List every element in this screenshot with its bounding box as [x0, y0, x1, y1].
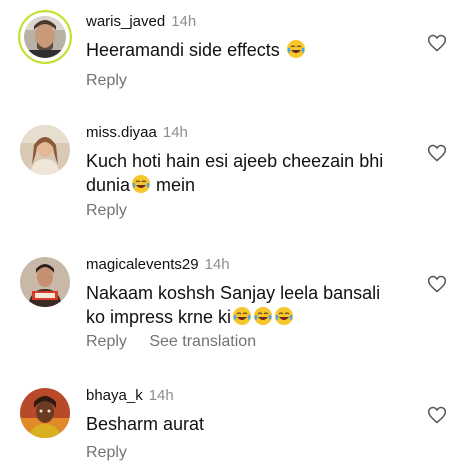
reply-button[interactable]: Reply [86, 333, 127, 350]
heart-outline-icon[interactable] [427, 33, 447, 53]
comment-text-line: Kuch hoti hain esi ajeeb cheezain bhi [86, 151, 384, 171]
reply-button[interactable]: Reply [86, 72, 127, 89]
comment-text-line: mein [151, 175, 196, 195]
face-with-tears-of-joy-icon [275, 307, 294, 325]
comment-time: 14h [162, 124, 188, 141]
comment-text: Heeramandi side effects [86, 38, 416, 62]
avatar-image [20, 125, 70, 175]
avatar[interactable] [20, 388, 70, 438]
face-with-tears-of-joy-icon [286, 40, 305, 58]
comment-username[interactable]: waris_javed [86, 13, 165, 30]
comment-actions: Reply [86, 444, 145, 462]
reply-button[interactable]: Reply [86, 444, 127, 461]
comment-text-line: Heeramandi side effects [86, 40, 280, 60]
comment-meta: miss.diyaa 14h [86, 124, 188, 141]
avatar[interactable] [20, 125, 70, 175]
avatar-image [20, 257, 70, 307]
avatar[interactable] [18, 10, 72, 64]
reply-button[interactable]: Reply [86, 202, 127, 219]
heart-outline-icon[interactable] [427, 143, 447, 163]
comment-username[interactable]: magicalevents29 [86, 256, 199, 273]
comment-meta: bhaya_k 14h [86, 387, 174, 404]
comment-text: Nakaam koshsh Sanjay leela bansali ko im… [86, 281, 416, 329]
comment-text-line: Besharm aurat [86, 414, 205, 434]
comment-text: Kuch hoti hain esi ajeeb cheezain bhi du… [86, 149, 416, 197]
comment-text: Besharm aurat [86, 412, 416, 436]
see-translation-button[interactable]: See translation [149, 333, 256, 350]
comment-meta: magicalevents29 14h [86, 256, 230, 273]
comment-actions: Reply [86, 72, 145, 90]
heart-outline-icon[interactable] [427, 405, 447, 425]
comment-time: 14h [204, 256, 230, 273]
comment-actions: Reply See translation [86, 333, 274, 351]
comment-username[interactable]: miss.diyaa [86, 124, 157, 141]
comment-username[interactable]: bhaya_k [86, 387, 143, 404]
face-with-tears-of-joy-icon [132, 175, 151, 193]
heart-outline-icon[interactable] [427, 274, 447, 294]
comment-time: 14h [171, 13, 197, 30]
avatar[interactable] [20, 257, 70, 307]
comment-meta: waris_javed 14h [86, 13, 196, 30]
avatar-image [18, 10, 72, 64]
avatar-image [20, 388, 70, 438]
comment-time: 14h [148, 387, 174, 404]
face-with-tears-of-joy-icon [254, 307, 273, 325]
comment-text-line: ko impress krne ki [86, 307, 232, 327]
comment-text-line: Nakaam koshsh Sanjay leela bansali [86, 283, 381, 303]
comment-text-line: dunia [86, 175, 131, 195]
comment-actions: Reply [86, 202, 145, 220]
face-with-tears-of-joy-icon [233, 307, 252, 325]
